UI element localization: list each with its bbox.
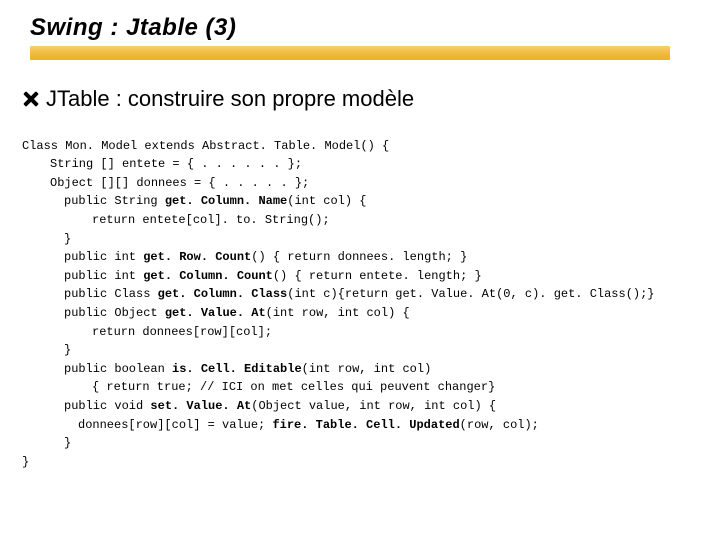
code-method-name: get. Column. Count bbox=[143, 269, 273, 283]
code-text: (int row, int col) bbox=[302, 362, 432, 376]
slide: Swing : Jtable (3) JTable : construire s… bbox=[0, 0, 720, 540]
code-line: return donnees[row][col]; bbox=[22, 323, 655, 342]
code-method-name: get. Row. Count bbox=[143, 250, 251, 264]
subtitle-row: JTable : construire son propre modèle bbox=[22, 86, 414, 112]
code-line: Object [][] donnees = { . . . . . }; bbox=[22, 174, 655, 193]
code-line: String [] entete = { . . . . . . }; bbox=[22, 155, 655, 174]
code-text: (int col) { bbox=[287, 194, 366, 208]
code-method-name: get. Column. Class bbox=[158, 287, 288, 301]
code-method-name: set. Value. At bbox=[150, 399, 251, 413]
code-text: public Object bbox=[64, 306, 165, 320]
code-line: public Object get. Value. At(int row, in… bbox=[22, 304, 655, 323]
title-underline-stripe bbox=[30, 46, 670, 60]
code-block: Class Mon. Model extends Abstract. Table… bbox=[22, 118, 655, 490]
code-text: public String bbox=[64, 194, 165, 208]
code-text: (int row, int col) { bbox=[266, 306, 410, 320]
bullet-cross-icon bbox=[22, 90, 40, 108]
code-text: public Class bbox=[64, 287, 158, 301]
code-line: return entete[col]. to. String(); bbox=[22, 211, 655, 230]
code-line: public int get. Column. Count() { return… bbox=[22, 267, 655, 286]
code-line: public boolean is. Cell. Editable(int ro… bbox=[22, 360, 655, 379]
code-text: (row, col); bbox=[460, 418, 539, 432]
code-text: public boolean bbox=[64, 362, 172, 376]
code-method-name: is. Cell. Editable bbox=[172, 362, 302, 376]
code-text: public int bbox=[64, 269, 143, 283]
code-line: public String get. Column. Name(int col)… bbox=[22, 192, 655, 211]
code-line: public void set. Value. At(Object value,… bbox=[22, 397, 655, 416]
code-line: } bbox=[22, 455, 29, 469]
code-line: donnees[row][col] = value; fire. Table. … bbox=[22, 416, 655, 435]
code-line: Class Mon. Model extends Abstract. Table… bbox=[22, 139, 389, 153]
code-line: } bbox=[22, 230, 655, 249]
code-text: (Object value, int row, int col) { bbox=[251, 399, 496, 413]
code-text: () { return entete. length; } bbox=[273, 269, 482, 283]
code-line: } bbox=[22, 434, 655, 453]
code-text: (int c){return get. Value. At(0, c). get… bbox=[287, 287, 654, 301]
page-title: Swing : Jtable (3) bbox=[30, 14, 236, 42]
code-text: public void bbox=[64, 399, 150, 413]
code-line: } bbox=[22, 341, 655, 360]
code-text: donnees[row][col] = value; bbox=[78, 418, 272, 432]
code-method-name: fire. Table. Cell. Updated bbox=[272, 418, 459, 432]
code-line: public int get. Row. Count() { return do… bbox=[22, 248, 655, 267]
code-method-name: get. Column. Name bbox=[165, 194, 287, 208]
code-method-name: get. Value. At bbox=[165, 306, 266, 320]
subtitle: JTable : construire son propre modèle bbox=[46, 86, 414, 112]
code-line: { return true; // ICI on met celles qui … bbox=[22, 378, 655, 397]
code-text: public int bbox=[64, 250, 143, 264]
code-text: () { return donnees. length; } bbox=[251, 250, 467, 264]
code-line: public Class get. Column. Class(int c){r… bbox=[22, 285, 655, 304]
